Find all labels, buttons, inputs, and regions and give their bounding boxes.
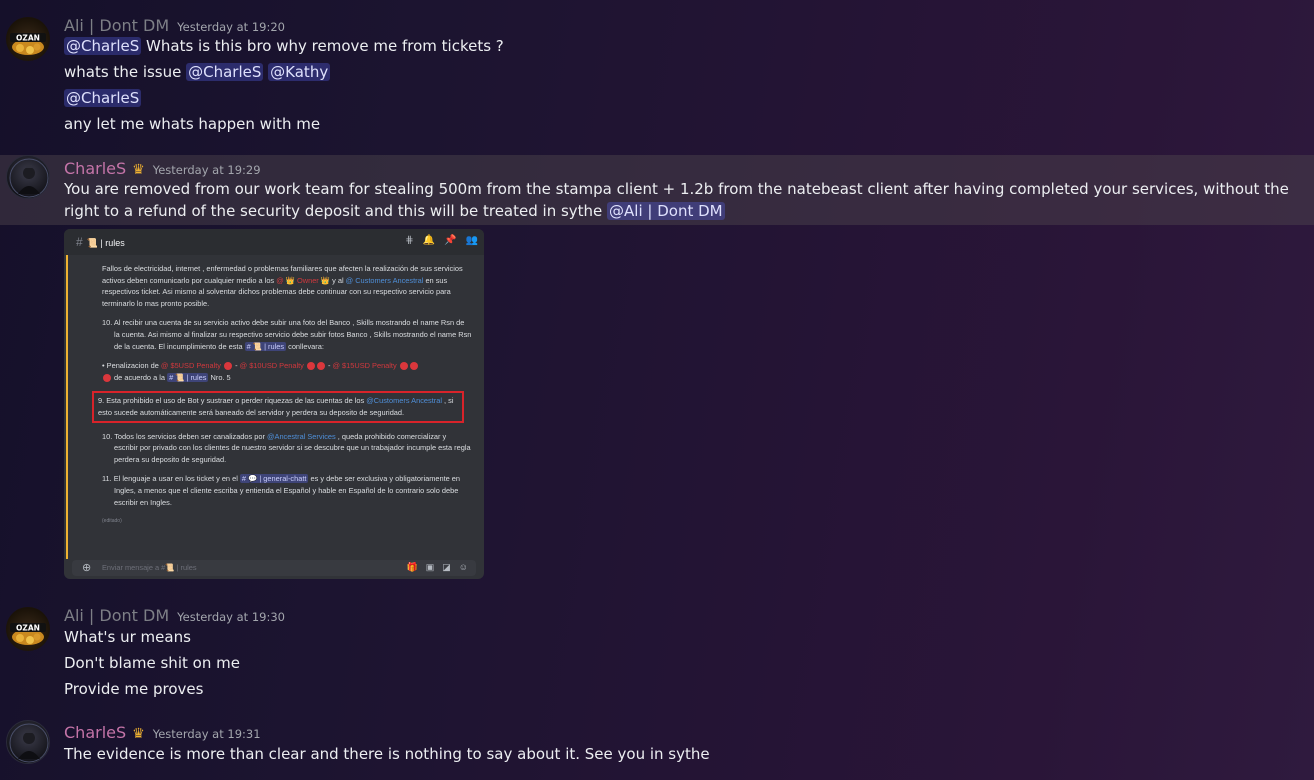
rules-paragraph: 10. Todos los servicios deben ser canali…	[102, 431, 471, 464]
gif-icon: ▣	[425, 562, 435, 572]
ozan-avatar-icon: OZAN	[10, 33, 46, 55]
attachment-header-icons: ⋕ 🔔 📌 👥	[405, 235, 478, 246]
avatar[interactable]	[6, 155, 50, 199]
username[interactable]: CharleS	[64, 723, 126, 742]
user-mention[interactable]: @Ali | Dont DM	[607, 202, 725, 220]
username[interactable]: CharleS	[64, 159, 126, 178]
user-mention[interactable]: @CharleS	[186, 63, 264, 81]
message-line: What's ur means	[64, 626, 191, 648]
plus-icon: ⊕	[82, 562, 92, 574]
highlighted-rule-box: 9. Esta prohibido el uso de Bot y sustra…	[92, 391, 464, 423]
gift-icon: 🎁	[406, 562, 418, 572]
avatar[interactable]: OZAN	[6, 607, 50, 651]
attachment-channel-header: # 📜 | rules ⋕ 🔔 📌 👥	[64, 229, 484, 255]
message-text: any let me whats happen with me	[64, 115, 321, 133]
charles-avatar-icon	[9, 723, 49, 763]
message-line: whats the issue @CharleS @Kathy	[64, 61, 331, 83]
sticker-icon: ◪	[442, 562, 451, 572]
input-placeholder: Enviar mensaje a #📜 | rules	[102, 563, 197, 572]
avatar[interactable]	[6, 720, 50, 764]
threads-icon: ⋕	[405, 235, 414, 246]
message-header: CharleS ♛ Yesterday at 19:29	[64, 159, 261, 178]
hash-icon: #	[76, 235, 83, 249]
user-mention[interactable]: @CharleS	[64, 37, 142, 55]
user-mention[interactable]: @Kathy	[268, 63, 331, 81]
rules-paragraph: Fallos de electricidad, internet , enfer…	[102, 264, 463, 308]
image-attachment[interactable]: # 📜 | rules ⋕ 🔔 📌 👥 Fallos de electricida…	[64, 229, 484, 579]
bell-icon: 🔔	[422, 235, 436, 246]
message-text: Whats is this bro why remove me from tic…	[141, 37, 504, 55]
timestamp[interactable]: Yesterday at 19:30	[177, 610, 285, 624]
members-icon: 👥	[465, 235, 478, 246]
rules-paragraph: 10. Al recibir una cuenta de su servicio…	[102, 318, 472, 351]
message-text: You are removed from our work team for s…	[64, 178, 1304, 222]
timestamp[interactable]: Yesterday at 19:29	[153, 163, 261, 177]
svg-text:OZAN: OZAN	[16, 34, 40, 43]
message-text: What's ur means	[64, 628, 191, 646]
message-text: The evidence is more than clear and ther…	[64, 745, 710, 763]
highlight-bar	[66, 255, 68, 559]
timestamp[interactable]: Yesterday at 19:20	[177, 20, 285, 34]
message-line: any let me whats happen with me	[64, 113, 320, 135]
charles-avatar-icon	[9, 158, 49, 198]
attachment-rules-text: Fallos de electricidad, internet , enfer…	[92, 263, 472, 528]
message-text: whats the issue	[64, 63, 187, 81]
rules-paragraph: 11. El lenguaje a usar en los ticket y e…	[102, 474, 461, 507]
svg-text:OZAN: OZAN	[16, 624, 40, 633]
message-header: Ali | Dont DM Yesterday at 19:20	[64, 16, 285, 35]
crown-icon: ♛	[132, 726, 145, 742]
rules-paragraph: • Penalizacion de @ $5USD Penalty - @ $1…	[102, 360, 472, 383]
crown-icon: ♛	[132, 162, 145, 178]
message-text: Provide me proves	[64, 680, 204, 698]
attachment-message-input: ⊕ Enviar mensaje a #📜 | rules 🎁 ▣ ◪ ☺	[72, 560, 476, 576]
message-line: The evidence is more than clear and ther…	[64, 743, 710, 765]
timestamp[interactable]: Yesterday at 19:31	[153, 727, 261, 741]
edited-label: (editado)	[102, 518, 122, 525]
message-line: @CharleS	[64, 87, 142, 109]
message-header: CharleS ♛ Yesterday at 19:31	[64, 723, 261, 742]
attachment-channel-title: # 📜 | rules	[76, 235, 125, 249]
username[interactable]: Ali | Dont DM	[64, 16, 169, 35]
username[interactable]: Ali | Dont DM	[64, 606, 169, 625]
message-header: Ali | Dont DM Yesterday at 19:30	[64, 606, 285, 625]
message-line: @CharleS Whats is this bro why remove me…	[64, 35, 504, 57]
emoji-icon: ☺	[458, 562, 468, 572]
pin-icon: 📌	[444, 235, 457, 246]
input-tools: 🎁 ▣ ◪ ☺	[407, 562, 468, 573]
message-line: Don't blame shit on me	[64, 652, 240, 674]
ozan-avatar-icon: OZAN	[10, 623, 46, 645]
message-text: Don't blame shit on me	[64, 654, 240, 672]
user-mention[interactable]: @CharleS	[64, 89, 142, 107]
avatar[interactable]: OZAN	[6, 17, 50, 61]
message-line: Provide me proves	[64, 678, 203, 700]
